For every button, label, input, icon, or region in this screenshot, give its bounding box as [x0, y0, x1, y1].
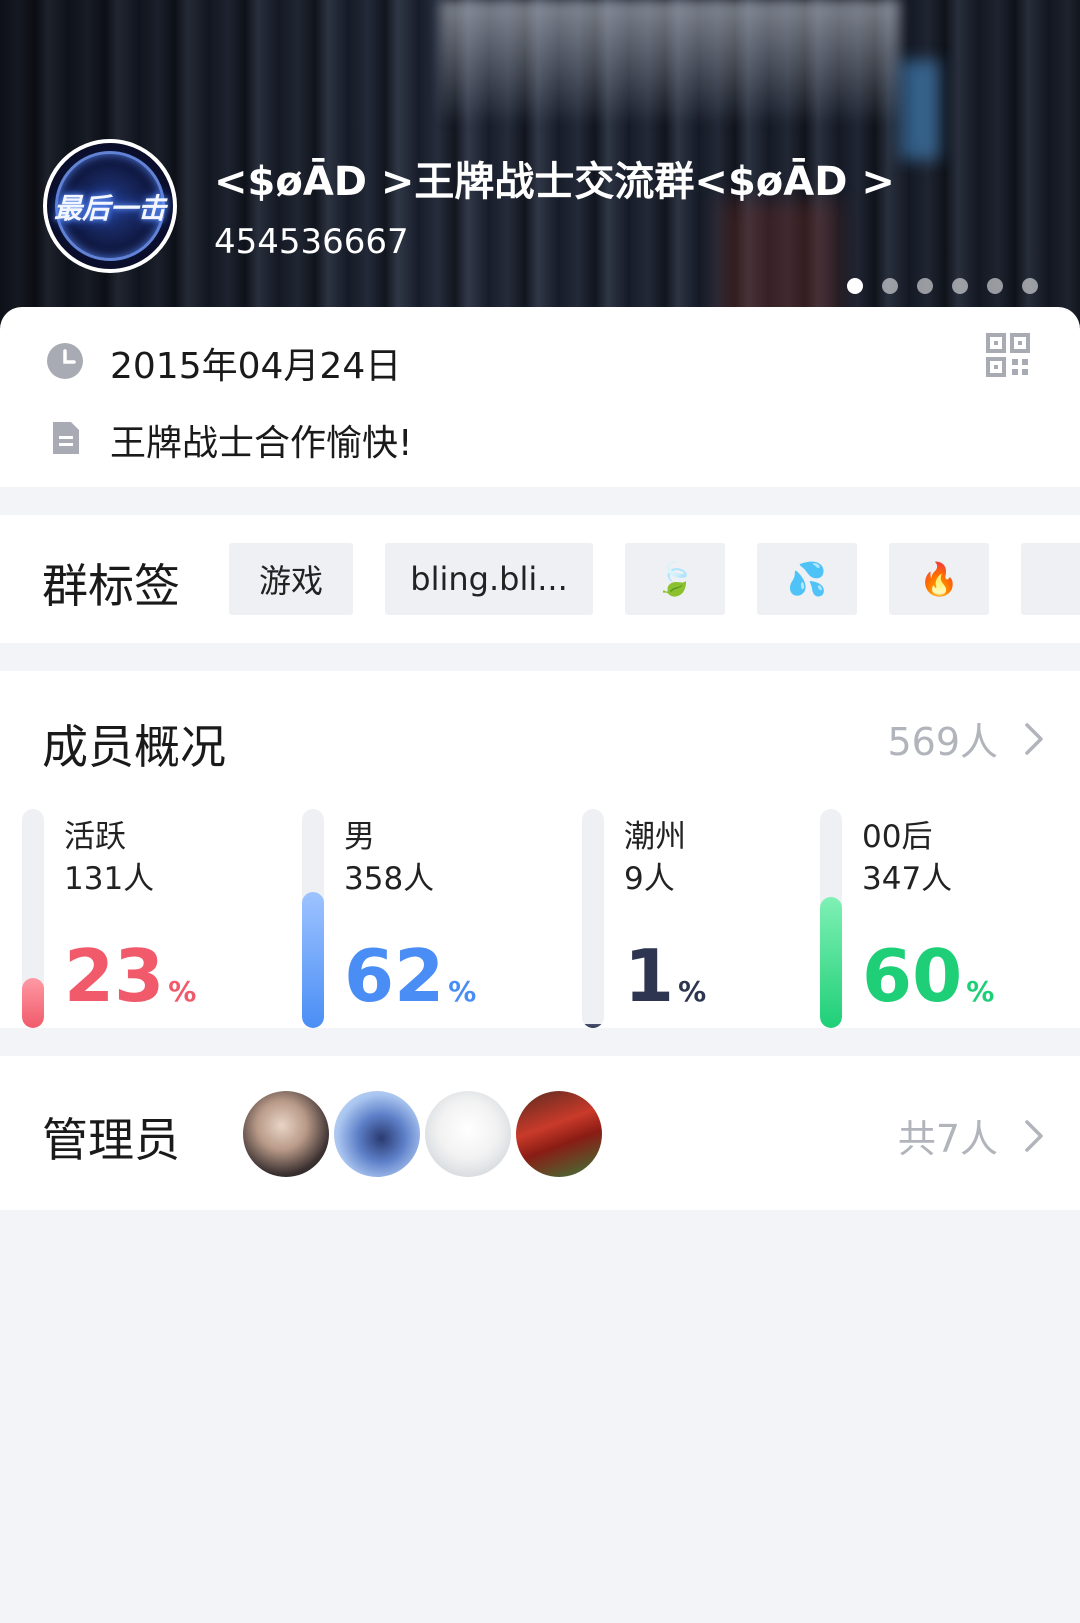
carousel-dot: [847, 278, 863, 294]
carousel-dot: [987, 278, 1003, 294]
stat-bar-fill: [302, 892, 324, 1028]
group-info-card: 2015年04月24日 王牌战士合作愉快!: [0, 307, 1080, 487]
stat-percent: 23%: [64, 934, 197, 1018]
stat-male[interactable]: 男 358人 62%: [302, 809, 572, 1028]
tag-item[interactable]: 💦: [757, 543, 857, 615]
admins-section[interactable]: 管理员 共7人: [0, 1056, 1080, 1210]
stat-region[interactable]: 潮州 9人 1%: [582, 809, 852, 1028]
admin-avatar[interactable]: [516, 1091, 602, 1177]
group-tags-title: 群标签: [42, 559, 180, 613]
tag-item[interactable]: 🔥: [889, 543, 989, 615]
stat-bar-fill: [582, 1024, 604, 1028]
description-row[interactable]: 王牌战士合作愉快!: [46, 414, 412, 466]
admin-avatar[interactable]: [425, 1091, 511, 1177]
created-date-row: 2015年04月24日: [46, 337, 401, 389]
group-name: <$øĀD >王牌战士交流群<$øĀD >: [214, 159, 895, 205]
chevron-right-icon: [1024, 722, 1044, 756]
carousel-indicator: [847, 278, 1038, 294]
carousel-dot: [1022, 278, 1038, 294]
admins-count-link[interactable]: 共7人: [898, 1108, 1044, 1163]
tag-item[interactable]: bling.bli...: [385, 543, 593, 615]
stat-active[interactable]: 活跃 131人 23%: [22, 809, 292, 1028]
group-description: 王牌战士合作愉快!: [110, 423, 413, 464]
stat-bar-track: [302, 809, 324, 1028]
admins-total: 共7人: [897, 1117, 998, 1161]
carousel-dot: [882, 278, 898, 294]
created-date: 2015年04月24日: [110, 346, 402, 387]
carousel-dot: [917, 278, 933, 294]
document-icon: [46, 419, 84, 461]
stat-age[interactable]: 00后 347人 60%: [820, 809, 1080, 1028]
member-total: 569人: [887, 720, 998, 764]
group-id: 454536667: [214, 222, 409, 262]
admin-avatar[interactable]: [243, 1091, 329, 1177]
member-overview-section: 成员概况 569人 活跃 131人 23% 男 358人 62% 潮州 9人 1…: [0, 671, 1080, 1028]
clock-icon: [46, 342, 84, 384]
chevron-right-icon: [1024, 1119, 1044, 1153]
member-count-link[interactable]: 569人: [887, 711, 1044, 766]
stat-percent: 60%: [862, 934, 995, 1018]
stat-percent: 1%: [624, 934, 707, 1018]
admin-avatar[interactable]: [334, 1091, 420, 1177]
group-tags-section[interactable]: 群标签 游戏 bling.bli... 🍃 💦 🔥: [0, 515, 1080, 643]
group-avatar-logo: 最后一击: [53, 192, 166, 225]
admins-title: 管理员: [42, 1113, 180, 1167]
tag-item[interactable]: 游戏: [229, 543, 353, 615]
group-cover-banner[interactable]: 最后一击 <$øĀD >王牌战士交流群<$øĀD > 454536667: [0, 0, 1080, 335]
tag-item[interactable]: 🍃: [625, 543, 725, 615]
stat-bar-track: [22, 809, 44, 1028]
banner-background: [440, 0, 900, 120]
stat-bar-track: [820, 809, 842, 1028]
carousel-dot: [952, 278, 968, 294]
group-avatar[interactable]: 最后一击: [43, 139, 177, 273]
stat-percent: 62%: [344, 934, 477, 1018]
tag-item-partial[interactable]: [1021, 543, 1080, 615]
member-overview-title: 成员概况: [42, 720, 226, 774]
stat-bar-track: [582, 809, 604, 1028]
qr-code-icon[interactable]: [986, 333, 1030, 377]
stat-bar-fill: [820, 897, 842, 1028]
stat-bar-fill: [22, 978, 44, 1028]
